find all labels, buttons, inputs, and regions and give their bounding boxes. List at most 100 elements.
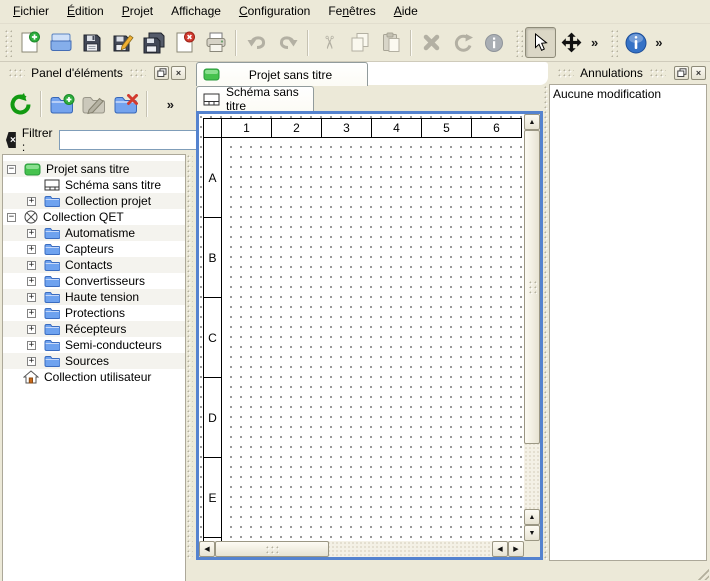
column-header: 1 [221, 118, 272, 138]
menu-edition[interactable]: Édition [58, 1, 113, 22]
collapse-expander-icon[interactable]: − [7, 213, 16, 222]
undo-panel-dock: Annulations × Aucune modification [549, 62, 710, 581]
visualisation-mode-button[interactable] [556, 27, 587, 58]
tree-item-label: Haute tension [65, 290, 143, 304]
open-document-icon [49, 33, 73, 52]
tree-item-recepteurs[interactable]: + Récepteurs [3, 321, 185, 337]
expand-expander-icon[interactable]: + [27, 197, 36, 206]
expand-expander-icon[interactable]: + [27, 229, 36, 238]
scroll-left-button[interactable]: ◀ [492, 541, 508, 557]
rotate-button[interactable] [447, 27, 478, 58]
toolbar-drag-handle[interactable] [515, 29, 523, 57]
tree-item-convertisseurs[interactable]: + Convertisseurs [3, 273, 185, 289]
schema-title-frame: 1 2 3 4 5 6 A B C D E [203, 118, 522, 541]
tree-item-collection-utilisateur[interactable]: Collection utilisateur [3, 369, 185, 385]
expand-expander-icon[interactable]: + [27, 277, 36, 286]
vertical-scrollbar[interactable]: ▲ ▲ ▼ [524, 114, 540, 541]
tree-item-sources[interactable]: + Sources [3, 353, 185, 369]
selection-mode-button[interactable] [525, 27, 556, 58]
save-as-button[interactable] [107, 27, 138, 58]
toolbar-drag-handle[interactable] [610, 29, 618, 57]
undo-button[interactable] [241, 27, 272, 58]
edit-category-button[interactable] [78, 88, 110, 120]
float-panel-button[interactable] [674, 66, 689, 80]
expand-expander-icon[interactable]: + [27, 309, 36, 318]
tree-item-projet-sans-titre[interactable]: − Projet sans titre [3, 161, 185, 177]
expand-expander-icon[interactable]: + [27, 325, 36, 334]
horizontal-scrollbar[interactable]: ◀ ◀ ▶ [199, 541, 524, 557]
copy-button[interactable] [344, 27, 375, 58]
save-all-icon [143, 32, 165, 54]
tree-item-protections[interactable]: + Protections [3, 305, 185, 321]
blue-folder-icon [44, 291, 60, 303]
info-disabled-icon [484, 33, 504, 53]
close-document-button[interactable] [169, 27, 200, 58]
tree-item-capteurs[interactable]: + Capteurs [3, 241, 185, 257]
expand-expander-icon[interactable]: + [27, 293, 36, 302]
scroll-down-button[interactable]: ▼ [524, 525, 540, 541]
save-all-button[interactable] [138, 27, 169, 58]
close-panel-button[interactable]: × [171, 66, 186, 80]
elements-tree: − Projet sans titre Schéma sans titre + … [2, 154, 186, 581]
left-splitter[interactable] [186, 154, 193, 560]
scroll-left-button[interactable]: ◀ [199, 541, 215, 557]
blue-folder-icon [44, 323, 60, 335]
menu-fenetres[interactable]: Fenêtres [319, 1, 384, 22]
toolbar-drag-handle[interactable] [4, 29, 12, 57]
expand-expander-icon[interactable]: + [27, 357, 36, 366]
toolbar-overflow-chevron[interactable]: » [651, 35, 666, 50]
element-information-button[interactable] [478, 27, 509, 58]
toolbar-separator [307, 30, 309, 56]
title-texture [129, 68, 146, 78]
tree-item-contacts[interactable]: + Contacts [3, 257, 185, 273]
print-button[interactable] [200, 27, 231, 58]
undo-list-item[interactable]: Aucune modification [550, 85, 706, 102]
toolbar-overflow-chevron[interactable]: » [587, 35, 602, 50]
delete-category-button[interactable] [110, 88, 142, 120]
horizontal-scroll-thumb[interactable] [215, 541, 329, 557]
tree-item-collection-projet[interactable]: + Collection projet [3, 193, 185, 209]
scroll-right-button[interactable]: ▶ [508, 541, 524, 557]
vertical-scroll-thumb[interactable] [524, 130, 540, 444]
tree-item-schema-sans-titre[interactable]: Schéma sans titre [3, 177, 185, 193]
expand-expander-icon[interactable]: + [27, 261, 36, 270]
scroll-up-button[interactable]: ▲ [524, 114, 540, 130]
elements-panel-dock: Panel d'éléments × » × Filtrer : [0, 62, 193, 581]
float-panel-button[interactable] [154, 66, 169, 80]
tree-item-semi-conducteurs[interactable]: + Semi-conducteurs [3, 337, 185, 353]
save-button[interactable] [76, 27, 107, 58]
close-panel-button[interactable]: × [691, 66, 706, 80]
expand-expander-icon[interactable]: + [27, 245, 36, 254]
tree-item-haute-tension[interactable]: + Haute tension [3, 289, 185, 305]
home-icon [23, 370, 39, 384]
paste-button[interactable] [375, 27, 406, 58]
panel-overflow-chevron[interactable]: » [163, 97, 178, 112]
save-as-icon [112, 32, 134, 54]
schema-canvas[interactable]: 1 2 3 4 5 6 A B C D E [199, 114, 524, 541]
clear-filter-icon[interactable]: × [6, 132, 16, 148]
menu-projet[interactable]: Projet [113, 1, 162, 22]
tree-item-automatisme[interactable]: + Automatisme [3, 225, 185, 241]
tab-schema[interactable]: Schéma sans titre [196, 86, 314, 111]
new-document-button[interactable] [14, 27, 45, 58]
tab-project[interactable]: Projet sans titre [196, 62, 368, 86]
delete-button[interactable] [416, 27, 447, 58]
blue-folder-icon [44, 307, 60, 319]
reload-collections-button[interactable] [4, 88, 36, 120]
menu-affichage[interactable]: Affichage [162, 1, 230, 22]
new-category-button[interactable] [46, 88, 78, 120]
tree-item-label: Collection QET [43, 210, 128, 224]
cut-button[interactable]: ✂ [313, 27, 344, 58]
undo-panel-title: Annulations [580, 66, 643, 80]
open-document-button[interactable] [45, 27, 76, 58]
collapse-expander-icon[interactable]: − [7, 165, 16, 174]
about-button[interactable] [620, 27, 651, 58]
blue-folder-icon [44, 355, 60, 367]
tree-item-collection-qet[interactable]: − Collection QET [3, 209, 185, 225]
menu-fichier[interactable]: Fichier [4, 1, 58, 22]
expand-expander-icon[interactable]: + [27, 341, 36, 350]
scroll-up-button[interactable]: ▲ [524, 509, 540, 525]
redo-button[interactable] [272, 27, 303, 58]
menu-aide[interactable]: Aide [385, 1, 427, 22]
menu-configuration[interactable]: Configuration [230, 1, 319, 22]
